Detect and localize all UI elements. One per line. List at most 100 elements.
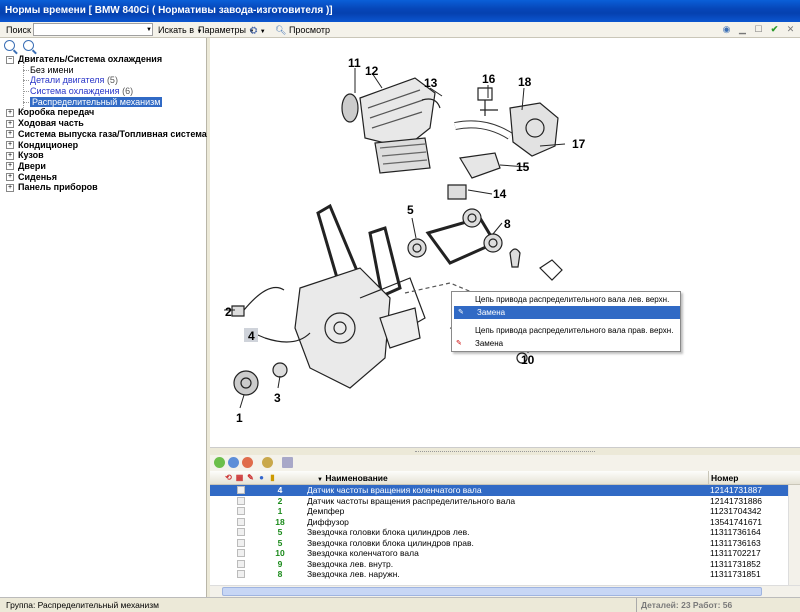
link-icon[interactable]: ⟲ [224,473,233,483]
parts-diagram[interactable]: 11 12 13 16 18 17 15 14 5 8 2 4 3 1 10 [210,38,800,448]
expand-icon[interactable]: + [6,130,14,139]
row-qty: 5 [277,527,283,537]
column-header-number[interactable]: Номер [708,471,788,485]
drop-icon[interactable]: ● [257,473,266,483]
restore-icon[interactable]: ☐ [753,24,764,35]
minimize-icon[interactable]: ▁ [737,24,748,35]
grid-horizontal-scrollbar[interactable] [210,585,800,597]
table-row[interactable]: 10 Звездочка коленчатого вала 11311702217 [210,548,800,559]
remove-icon[interactable] [242,457,253,468]
tree-item-timing-mechanism[interactable]: Распределительный механизм [3,96,206,108]
callout-4[interactable]: 4 [248,329,255,343]
expand-icon[interactable]: + [6,119,14,128]
main-toolbar: Поиск ▼ Искать в ▼ Параметры ▼ ⛭ ▼ 🔍︎ Пр… [0,22,800,38]
table-icon[interactable]: ▦ [235,473,244,483]
sprocket-5-part[interactable] [407,238,427,258]
bar-icon[interactable]: ▮ [268,473,277,483]
search-icon[interactable] [262,457,273,468]
context-menu: Цепь привода распределительного вала лев… [451,291,681,352]
table-row[interactable]: 18 Диффузор 13541741671 [210,517,800,528]
search-input[interactable] [33,23,153,36]
zoom-out-icon[interactable] [23,40,34,51]
group-icon[interactable] [228,457,239,468]
scrollbar-thumb[interactable] [222,587,762,596]
table-row[interactable]: 9 Звездочка лев. внутр. 11311731852 [210,559,800,570]
tree-section-seats[interactable]: + Сиденья [3,172,206,183]
tree-section-engine-cooling[interactable]: − Двигатель/Система охлаждения [3,54,206,65]
collapse-icon[interactable]: − [6,55,14,64]
print-icon[interactable] [282,457,293,468]
callout-18[interactable]: 18 [518,75,532,89]
sidebar-toolbar [0,38,206,54]
context-menu-item-replace-left[interactable]: ✎ Замена [454,306,680,319]
table-row[interactable]: 5 Звездочка головки блока цилиндров прав.… [210,538,800,549]
water-pump-part[interactable] [509,102,559,157]
grid-vertical-scrollbar[interactable] [788,485,800,585]
tree-item-unnamed[interactable]: Без имени [3,65,206,76]
callout-1[interactable]: 1 [236,411,243,425]
context-menu-header-label: Цепь привода распределительного вала пра… [475,326,674,335]
preview-button[interactable]: 🔍︎ Просмотр [275,23,330,37]
row-name: Датчик частоты вращения коленчатого вала [307,485,482,495]
tree-item-engine-parts[interactable]: Детали двигателя (5) [3,75,206,86]
table-row[interactable]: 5 Звездочка головки блока цилиндров лев. 1… [210,527,800,538]
throttle-body-part[interactable] [341,93,359,123]
expand-icon[interactable]: + [6,151,14,160]
tree-section-gearbox[interactable]: + Коробка передач [3,107,206,118]
tree-section-doors[interactable]: + Двери [3,161,206,172]
close-icon[interactable]: ✕ [785,24,796,35]
wrench-icon[interactable]: ✎ [246,473,255,483]
replace-icon: ✎ [456,340,462,347]
damper-part[interactable] [233,370,259,396]
expand-icon[interactable]: + [6,108,14,117]
table-row[interactable]: 8 Звездочка лев. наружн. 11311731851 [210,569,800,580]
table-row[interactable]: 4 Датчик частоты вращения коленчатого вал… [210,485,800,496]
callout-10[interactable]: 10 [521,353,535,367]
row-name: Звездочка лев. наружн. [307,569,400,579]
callout-3[interactable]: 3 [274,391,281,405]
help-icon[interactable]: ◉ [721,24,732,35]
binoculars-button[interactable]: ⛭ ▼ [250,23,266,39]
table-row[interactable]: 2 Датчик частоты вращения распределительн… [210,496,800,507]
callout-17[interactable]: 17 [572,137,586,151]
callout-12[interactable]: 12 [365,64,379,78]
callout-13[interactable]: 13 [424,76,438,90]
window-title: Нормы времени [ BMW 840Ci ( Нормативы за… [5,5,333,16]
status-totals: Деталей: 23 Работ: 56 [636,598,800,612]
expand-icon[interactable]: + [6,162,14,171]
tree-section-body[interactable]: + Кузов [3,150,206,161]
tree-section-air-conditioning[interactable]: + Кондиционер [3,140,206,151]
check-icon[interactable]: ✔ [769,24,780,35]
tree-item-cooling-system[interactable]: Система охлаждения (6) [3,86,206,97]
callout-5[interactable]: 5 [407,203,414,217]
search-in-button[interactable]: Искать в ▼ [158,23,202,39]
zoom-in-icon[interactable] [4,40,15,51]
expand-icon[interactable]: + [6,141,14,149]
crank-sensor-part[interactable] [231,305,245,317]
row-qty: 1 [277,506,283,516]
callout-11[interactable]: 11 [348,56,361,70]
add-icon[interactable] [214,457,225,468]
callout-14[interactable]: 14 [493,187,507,201]
tree-section-exhaust-fuel[interactable]: + Система выпуска газа/Топливная система [3,129,207,140]
preview-label: Просмотр [288,25,331,35]
row-qty: 10 [275,548,285,558]
expand-icon[interactable]: + [6,173,14,182]
expand-icon[interactable]: + [6,183,14,192]
tree-item-label: Без имени [30,64,74,75]
parts-diagram-svg[interactable]: 11 12 13 16 18 17 15 14 5 8 2 4 3 1 10 [210,38,800,448]
part-icon [237,496,245,505]
callout-16[interactable]: 16 [482,72,496,86]
tree-section-dashboard[interactable]: + Панель приборов [3,182,206,193]
row-name: Звездочка коленчатого вала [307,548,419,558]
timing-cover-part[interactable] [294,267,391,389]
tree-section-chassis[interactable]: + Ходовая часть [3,118,206,129]
params-button[interactable]: Параметры ▼ [198,23,254,39]
callout-2[interactable]: 2 [225,305,232,319]
tree-section-label: Кондиционер [18,139,79,150]
search-dropdown-arrow-icon[interactable]: ▼ [146,23,152,37]
callout-15[interactable]: 15 [516,160,530,174]
callout-8[interactable]: 8 [504,217,511,231]
context-menu-item-replace-right[interactable]: ✎ Замена [452,337,680,350]
table-row[interactable]: 1 Демпфер 11231704342 [210,506,800,517]
